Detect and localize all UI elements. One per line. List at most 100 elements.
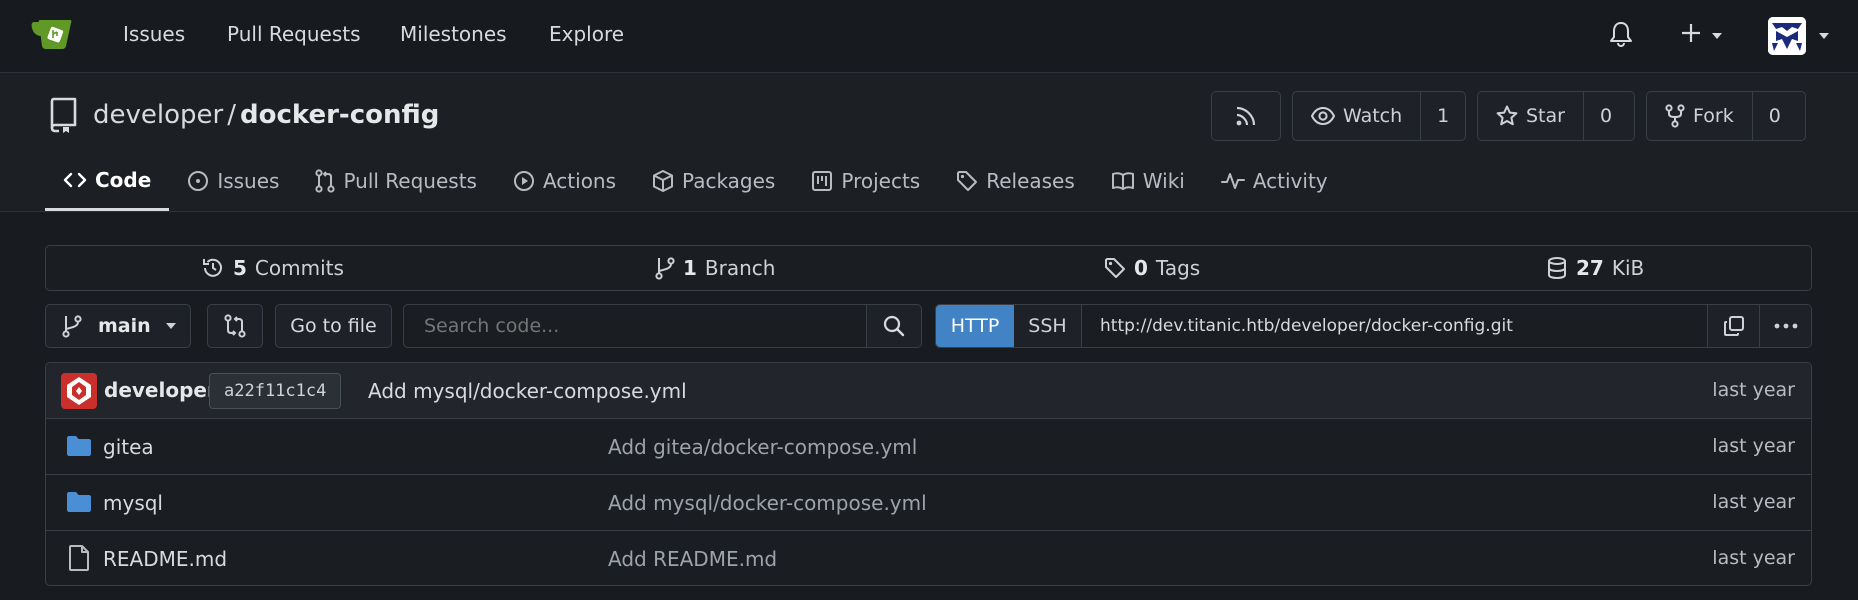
bell-icon[interactable] [1608,20,1634,48]
repo-title-separator: / [227,100,236,130]
plus-chevron-down-icon[interactable] [1711,32,1723,40]
file-commit-time: last year [1712,491,1795,513]
branch-icon [655,256,675,280]
folder-icon [66,491,92,513]
commit-time: last year [1712,379,1795,401]
repo-title: developer / docker-config [93,100,439,130]
tab-projects-label: Projects [841,169,921,193]
search-icon [883,315,905,337]
tab-releases[interactable]: Releases [938,151,1093,211]
commits-count: 5 [233,256,247,280]
table-row: README.md Add README.md last year [46,531,1811,585]
star-icon [1496,105,1518,127]
tab-wiki-label: Wiki [1142,169,1185,193]
file-name-link[interactable]: README.md [103,547,227,571]
star-button[interactable]: Star [1478,92,1583,140]
tab-packages-label: Packages [682,169,776,193]
copy-icon [1723,315,1745,337]
star-label: Star [1526,105,1565,127]
fork-button[interactable]: Fork [1647,92,1752,140]
search-code-input[interactable] [403,304,867,348]
size-stat: 27 KiB [1546,256,1644,280]
nav-explore-link[interactable]: Explore [549,22,624,46]
top-navbar: Issues Pull Requests Milestones Explore [0,0,1858,73]
file-name-link[interactable]: gitea [103,435,154,459]
tab-issues-label: Issues [217,169,280,193]
gitea-logo-icon[interactable] [30,16,78,52]
file-commit-message-link[interactable]: Add mysql/docker-compose.yml [608,491,927,515]
tab-activity-label: Activity [1252,169,1328,193]
fork-label: Fork [1693,105,1734,127]
file-icon [68,545,90,571]
package-icon [652,169,674,193]
file-commit-time: last year [1712,435,1795,457]
size-label: KiB [1611,256,1645,280]
commits-stat[interactable]: 5 Commits [201,256,344,280]
rss-icon [1235,92,1257,140]
file-commit-message-link[interactable]: Add README.md [608,547,777,571]
repo-tabs: Code Issues Pull Requests Actions Packag… [45,151,1346,211]
file-commit-time: last year [1712,547,1795,569]
commit-author-link[interactable]: developer [104,378,217,402]
watch-count[interactable]: 1 [1420,92,1465,140]
http-clone-tab[interactable]: HTTP [936,305,1014,347]
branch-stat[interactable]: 1 Branch [655,256,775,280]
tab-packages[interactable]: Packages [634,151,793,211]
watch-label: Watch [1343,105,1403,127]
play-icon [513,170,535,192]
repo-name-link[interactable]: docker-config [240,100,439,130]
repo-owner-link[interactable]: developer [93,100,223,130]
repo-icon [47,97,79,133]
size-count: 27 [1576,256,1604,280]
star-count[interactable]: 0 [1582,92,1628,140]
clone-url-field[interactable]: http://dev.titanic.htb/developer/docker-… [1082,305,1707,347]
user-avatar[interactable] [1768,17,1806,55]
tab-actions[interactable]: Actions [495,151,634,211]
chevron-down-icon [165,322,177,330]
table-row: gitea Add gitea/docker-compose.yml last … [46,419,1811,475]
tab-code[interactable]: Code [45,151,170,211]
commits-label: Commits [254,256,344,280]
nav-issues-link[interactable]: Issues [123,22,185,46]
rss-feed-button[interactable] [1211,91,1281,141]
watch-button-group: Watch 1 [1292,91,1466,141]
watch-button[interactable]: Watch [1293,92,1420,140]
file-name-link[interactable]: mysql [103,491,163,515]
tab-issues[interactable]: Issues [169,151,297,211]
fork-count[interactable]: 0 [1751,92,1797,140]
commit-author-avatar[interactable] [61,373,97,409]
tab-pull-requests[interactable]: Pull Requests [297,151,495,211]
issue-icon [187,170,209,192]
tab-projects[interactable]: Projects [793,151,938,211]
book-icon [1111,171,1135,191]
table-row: mysql Add mysql/docker-compose.yml last … [46,475,1811,531]
plus-icon[interactable] [1680,22,1702,44]
file-commit-message-link[interactable]: Add gitea/docker-compose.yml [608,435,917,459]
go-to-file-button[interactable]: Go to file [275,304,392,348]
nav-pull-requests-link[interactable]: Pull Requests [227,22,361,46]
nav-milestones-link[interactable]: Milestones [400,22,507,46]
folder-icon [66,435,92,457]
ssh-clone-tab[interactable]: SSH [1014,305,1082,347]
tags-label: Tags [1155,256,1201,280]
search-button[interactable] [866,304,922,348]
avatar-chevron-down-icon[interactable] [1818,32,1830,40]
commit-message-link[interactable]: Add mysql/docker-compose.yml [368,379,687,403]
compare-button[interactable] [207,304,263,348]
tags-stat[interactable]: 0 Tags [1104,256,1200,280]
more-options-button[interactable] [1759,305,1811,347]
database-icon [1546,256,1568,280]
branch-count: 1 [683,256,697,280]
commit-sha-link[interactable]: a22f11c1c4 [209,373,342,409]
tab-activity[interactable]: Activity [1203,151,1346,211]
branch-selector[interactable]: main [45,304,191,348]
clone-panel: HTTP SSH http://dev.titanic.htb/develope… [935,304,1812,348]
latest-commit-row: developer a22f11c1c4 Add mysql/docker-co… [46,363,1811,419]
tab-pull-requests-label: Pull Requests [343,169,477,193]
tag-icon [956,170,978,192]
branch-icon [62,314,82,338]
tab-wiki[interactable]: Wiki [1093,151,1203,211]
tab-actions-label: Actions [542,169,617,193]
branch-name: main [98,315,151,337]
copy-url-button[interactable] [1707,305,1759,347]
